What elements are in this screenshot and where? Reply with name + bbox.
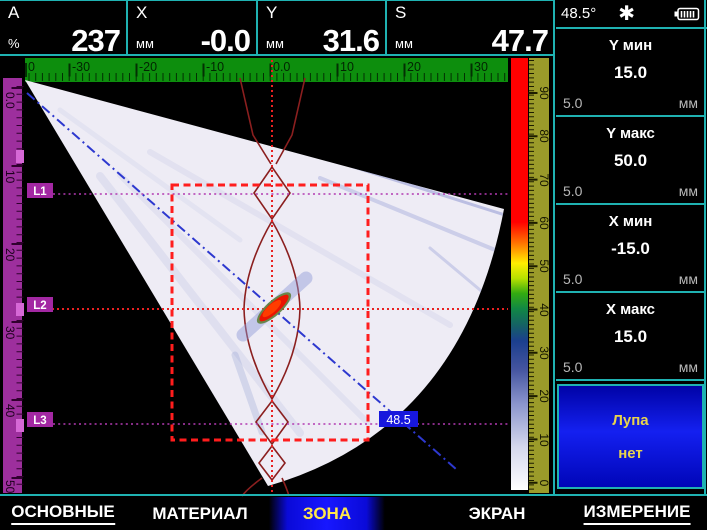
panel-step: 5.0 bbox=[563, 183, 582, 199]
amplitude-ruler: 90 80 70 60 50 40 30 20 10 0 bbox=[529, 58, 551, 493]
magnifier-value: нет bbox=[618, 445, 643, 462]
panel-unit: мм bbox=[679, 359, 698, 375]
y-coordinate-cell: Y мм 31.6 bbox=[258, 1, 387, 56]
svg-text:L3: L3 bbox=[33, 415, 46, 427]
left-ruler-label: 40 bbox=[3, 404, 17, 418]
panel-value: 15.0 bbox=[556, 63, 705, 83]
x-unit: мм bbox=[136, 36, 154, 51]
panel-x-max[interactable]: X макс 15.0 5.0 мм bbox=[556, 293, 705, 381]
top-ruler-label: 30 bbox=[474, 60, 488, 74]
gate-marker-notch bbox=[16, 303, 24, 316]
probe-status-cell: 48.5° ✱ bbox=[556, 0, 705, 27]
panel-y-max[interactable]: Y макс 50.0 5.0 мм bbox=[556, 117, 705, 205]
amplitude-unit: % bbox=[8, 36, 20, 51]
amplitude-label: A bbox=[8, 3, 19, 23]
panel-title: Y макс bbox=[556, 117, 705, 142]
panel-value: 50.0 bbox=[556, 151, 705, 171]
asterisk-icon: ✱ bbox=[618, 9, 635, 19]
left-ruler-label: 30 bbox=[3, 326, 17, 340]
battery-icon bbox=[674, 7, 700, 21]
menu-item-material[interactable]: МАТЕРИАЛ bbox=[152, 497, 247, 530]
top-ruler-label: 20 bbox=[407, 60, 421, 74]
menubar-top-border bbox=[0, 494, 707, 496]
y-unit: мм bbox=[266, 36, 284, 51]
top-ruler-label: -20 bbox=[139, 60, 157, 74]
measurement-bar: A % 237 X мм -0.0 Y мм 31.6 S мм 47.7 bbox=[0, 0, 554, 56]
s-unit: мм bbox=[395, 36, 413, 51]
menu-item-izmerenie[interactable]: ИЗМЕРЕНИЕ bbox=[584, 497, 691, 530]
gate-l3-badge: L3 bbox=[27, 412, 53, 427]
magnifier-title: Лупа bbox=[612, 412, 648, 429]
panel-value: -15.0 bbox=[556, 239, 705, 259]
panel-title: Y мин bbox=[556, 29, 705, 54]
left-depth-ruler: 0.0 10 20 30 40 50 bbox=[3, 78, 24, 494]
amp-ruler-label: 90 bbox=[537, 86, 551, 100]
top-ruler-label: 0 bbox=[28, 60, 35, 74]
panel-x-min[interactable]: X мин -15.0 5.0 мм bbox=[556, 205, 705, 293]
top-ruler-label: -10 bbox=[206, 60, 224, 74]
flaw-detector-screen: A % 237 X мм -0.0 Y мм 31.6 S мм 47.7 48… bbox=[0, 0, 707, 530]
panel-unit: мм bbox=[679, 95, 698, 111]
amp-ruler-label: 10 bbox=[537, 433, 551, 447]
amp-ruler-label: 0 bbox=[537, 480, 551, 487]
left-ruler-label: 10 bbox=[3, 170, 17, 184]
s-scan-plot: 0.0 10 20 30 40 50 0 -30 -20 -10 0.0 10 … bbox=[0, 56, 556, 497]
y-label: Y bbox=[266, 3, 277, 23]
amp-ruler-label: 30 bbox=[537, 346, 551, 360]
menu-item-ekran[interactable]: ЭКРАН bbox=[469, 497, 526, 530]
top-ruler-label: 10 bbox=[340, 60, 354, 74]
x-coordinate-cell: X мм -0.0 bbox=[128, 1, 258, 56]
panel-value: 15.0 bbox=[556, 327, 705, 347]
panel-y-min[interactable]: Y мин 15.0 5.0 мм bbox=[556, 29, 705, 117]
gate-l2-badge: L2 bbox=[27, 297, 53, 312]
amplitude-colorbar bbox=[511, 58, 528, 490]
svg-text:L1: L1 bbox=[33, 186, 47, 198]
left-ruler-label: 20 bbox=[3, 248, 17, 262]
menu-item-zona[interactable]: ЗОНА bbox=[269, 497, 385, 530]
amp-ruler-label: 50 bbox=[537, 259, 551, 273]
gate-marker-notch bbox=[16, 150, 24, 163]
svg-text:L2: L2 bbox=[33, 300, 46, 312]
s-path-cell: S мм 47.7 bbox=[387, 1, 554, 56]
main-menu-bar: ОСНОВНЫЕ МАТЕРИАЛ ЗОНА ЭКРАН ИЗМЕРЕНИЕ bbox=[0, 497, 707, 530]
amp-ruler-label: 70 bbox=[537, 173, 551, 187]
amplitude-cell: A % 237 bbox=[0, 1, 128, 56]
panel-title: X макс bbox=[556, 293, 705, 318]
x-label: X bbox=[136, 3, 147, 23]
panel-title: X мин bbox=[556, 205, 705, 230]
svg-text:48.5: 48.5 bbox=[386, 413, 410, 427]
panel-step: 5.0 bbox=[563, 271, 582, 287]
gate-l1-badge: L1 bbox=[27, 183, 53, 198]
angle-value-badge: 48.5 bbox=[379, 411, 418, 427]
top-ruler-label: 0.0 bbox=[273, 60, 290, 74]
s-label: S bbox=[395, 3, 406, 23]
amp-ruler-label: 80 bbox=[537, 129, 551, 143]
left-ruler-label: 0.0 bbox=[3, 92, 17, 109]
menu-item-osnovnye[interactable]: ОСНОВНЫЕ bbox=[11, 497, 115, 530]
panel-step: 5.0 bbox=[563, 359, 582, 375]
amp-ruler-label: 40 bbox=[537, 303, 551, 317]
top-ruler-label: -30 bbox=[72, 60, 90, 74]
parameter-sidebar: Y мин 15.0 5.0 мм Y макс 50.0 5.0 мм X м… bbox=[556, 29, 705, 489]
amp-ruler-label: 20 bbox=[537, 389, 551, 403]
panel-unit: мм bbox=[679, 183, 698, 199]
amp-ruler-label: 60 bbox=[537, 216, 551, 230]
top-distance-ruler: 0 -30 -20 -10 0.0 10 20 30 bbox=[25, 58, 508, 82]
magnifier-panel[interactable]: Лупа нет bbox=[557, 384, 704, 489]
left-ruler-label: 50 bbox=[3, 480, 17, 494]
sidebar-left-border bbox=[553, 0, 555, 496]
beam-angle-readout: 48.5° bbox=[561, 5, 596, 22]
panel-unit: мм bbox=[679, 271, 698, 287]
panel-step: 5.0 bbox=[563, 95, 582, 111]
gate-marker-notch bbox=[16, 419, 24, 432]
